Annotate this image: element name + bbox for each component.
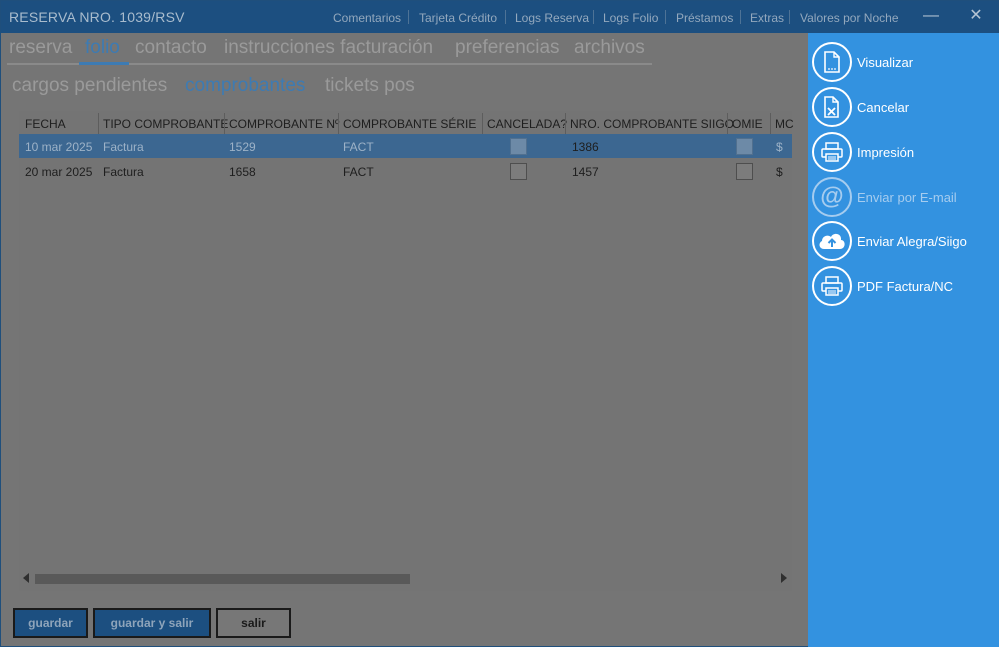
menu-separator [408,10,409,24]
tab-preferencias[interactable]: preferencias [455,37,560,59]
impresion-label: Impresión [857,145,915,160]
cell-moneda: $ [776,165,783,179]
pdf-factura-nc-action[interactable]: PDF Factura/NC [812,266,997,308]
table-row[interactable]: 10 mar 2025 Factura 1529 FACT 1386 $ [19,134,792,158]
column-separator [770,113,771,134]
cell-tipo: Factura [103,140,144,154]
menu-separator [789,10,790,24]
menu-separator [665,10,666,24]
cancelada-checkbox[interactable] [510,163,527,180]
enviar-email-action[interactable]: @ Enviar por E-mail [812,177,997,219]
salir-button[interactable]: salir [216,608,291,638]
cell-serie: FACT [343,165,374,179]
cell-siigo: 1457 [572,165,599,179]
scroll-right-arrow[interactable] [781,573,787,583]
cloud-upload-icon [812,221,852,261]
active-tab-indicator [79,62,129,65]
tab-reserva[interactable]: reserva [9,37,72,59]
document-icon [812,42,852,82]
column-separator [224,113,225,134]
enviar-alegra-siigo-label: Enviar Alegra/Siigo [857,234,967,249]
menu-tarjeta-credito[interactable]: Tarjeta Crédito [419,11,497,25]
actions-panel: Visualizar Cancelar Impresión @ Enviar p… [808,33,999,647]
pdf-factura-nc-label: PDF Factura/NC [857,279,954,294]
minimize-button[interactable]: — [919,6,943,28]
menu-separator [505,10,506,24]
column-header-siigo[interactable]: NRO. COMPROBANTE SIIGO [570,117,734,131]
subtab-cargos-pendientes[interactable]: cargos pendientes [12,75,167,97]
cancelar-action[interactable]: Cancelar [812,87,997,129]
subtab-comprobantes[interactable]: comprobantes [185,75,305,97]
visualizar-label: Visualizar [857,55,914,70]
guardar-button[interactable]: guardar [13,608,88,638]
cell-fecha: 10 mar 2025 [25,140,93,154]
column-header-tipo[interactable]: TIPO COMPROBANTE [103,117,228,131]
menu-comentarios[interactable]: Comentarios [333,11,401,25]
menu-logs-folio[interactable]: Logs Folio [603,11,658,25]
printer-icon [812,132,852,172]
title-bar: RESERVA NRO. 1039/RSV Comentarios Tarjet… [1,1,998,33]
visualizar-action[interactable]: Visualizar [812,42,997,84]
cancelar-label: Cancelar [857,100,910,115]
cell-moneda: $ [776,140,783,154]
cell-numero: 1658 [229,165,256,179]
cancel-document-icon [812,87,852,127]
menu-extras[interactable]: Extras [750,11,784,25]
close-button[interactable]: ✕ [964,6,988,28]
enviar-alegra-siigo-action[interactable]: Enviar Alegra/Siigo [812,221,997,263]
omie-checkbox[interactable] [736,163,753,180]
horizontal-scrollbar-thumb[interactable] [35,574,410,584]
column-header-serie[interactable]: COMPROBANTE SÉRIE [343,117,476,131]
column-header-numero[interactable]: COMPROBANTE Nº [229,117,339,131]
at-sign-glyph: @ [820,183,844,210]
impresion-action[interactable]: Impresión [812,132,997,174]
column-separator [98,113,99,134]
menu-valores-por-noche[interactable]: Valores por Noche [800,11,899,25]
table-row[interactable]: 20 mar 2025 Factura 1658 FACT 1457 $ [19,159,792,183]
enviar-email-label: Enviar por E-mail [857,190,957,205]
menu-separator [593,10,594,24]
cell-siigo: 1386 [572,140,599,154]
printer-icon [812,266,852,306]
menu-separator [740,10,741,24]
omie-checkbox[interactable] [736,138,753,155]
column-separator [565,113,566,134]
tab-archivos[interactable]: archivos [574,37,645,59]
column-header-moneda[interactable]: MC [775,117,794,131]
guardar-y-salir-button[interactable]: guardar y salir [93,608,211,638]
column-separator [727,113,728,134]
comprobantes-grid: FECHA TIPO COMPROBANTE COMPROBANTE Nº CO… [19,111,794,591]
cell-numero: 1529 [229,140,256,154]
column-separator [338,113,339,134]
grid-header: FECHA TIPO COMPROBANTE COMPROBANTE Nº CO… [19,111,794,134]
column-header-fecha[interactable]: FECHA [25,117,66,131]
cell-serie: FACT [343,140,374,154]
scroll-left-arrow[interactable] [23,573,29,583]
column-header-cancelada[interactable]: CANCELADA? [487,117,567,131]
column-header-omie[interactable]: OMIE [732,117,763,131]
tab-contacto[interactable]: contacto [135,37,207,59]
cell-tipo: Factura [103,165,144,179]
column-separator [482,113,483,134]
subtab-tickets-pos[interactable]: tickets pos [325,75,415,97]
cancelada-checkbox[interactable] [510,138,527,155]
at-sign-icon: @ [812,177,852,217]
tab-instrucciones-facturacion[interactable]: instrucciones facturación [224,37,433,59]
menu-prestamos[interactable]: Préstamos [676,11,733,25]
tab-folio[interactable]: folio [85,37,120,59]
menu-logs-reserva[interactable]: Logs Reserva [515,11,589,25]
reservation-window: RESERVA NRO. 1039/RSV Comentarios Tarjet… [0,0,999,647]
window-title: RESERVA NRO. 1039/RSV [9,9,185,25]
cell-fecha: 20 mar 2025 [25,165,93,179]
